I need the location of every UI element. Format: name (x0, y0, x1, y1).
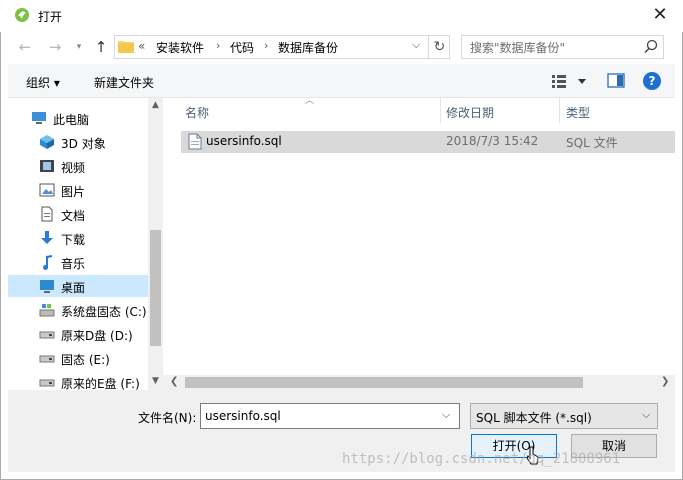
refresh-icon[interactable]: ↻ (428, 36, 450, 58)
scroll-up-icon[interactable]: ▲ (148, 100, 163, 110)
view-options-icon[interactable] (552, 73, 588, 89)
sidebar-item[interactable]: 图片 (8, 179, 148, 201)
sidebar-item-label: 下载 (61, 233, 86, 247)
breadcrumb-item[interactable]: 代码 (230, 39, 254, 56)
3d-objects-icon (40, 135, 54, 149)
close-button[interactable]: ✕ (648, 4, 672, 28)
horizontal-scrollbar-thumb[interactable] (185, 377, 583, 388)
filename-label: 文件名(N): (138, 411, 197, 425)
search-icon[interactable] (643, 39, 659, 55)
pictures-icon (39, 183, 55, 197)
back-arrow-icon[interactable]: ← (14, 37, 36, 57)
breadcrumb-separator-icon[interactable]: › (264, 39, 268, 52)
download-icon (41, 231, 53, 244)
folder-icon (118, 41, 134, 53)
scroll-right-icon[interactable]: ❯ (661, 376, 669, 387)
title-bar (0, 0, 683, 32)
sidebar-item-label: 桌面 (61, 281, 86, 295)
scroll-left-icon[interactable]: ❮ (170, 376, 178, 387)
nav-scrollbar-thumb[interactable] (150, 230, 161, 346)
preview-pane-icon[interactable] (607, 73, 625, 89)
sidebar-item[interactable]: 此电脑 (0, 107, 140, 129)
sidebar-item-label: 文档 (61, 209, 86, 223)
documents-icon (41, 206, 53, 222)
sidebar-item[interactable]: 固态 (E:) (8, 347, 148, 369)
sidebar-item[interactable]: 音乐 (8, 251, 148, 273)
sidebar-item[interactable]: 原来D盘 (D:) (8, 323, 148, 345)
sidebar-item[interactable]: 文档 (8, 203, 148, 225)
sidebar-item[interactable]: 下载 (8, 227, 148, 249)
recent-locations-chevron-icon[interactable]: ▾ (68, 37, 90, 57)
sidebar-item-label: 视频 (61, 161, 86, 175)
sidebar-item[interactable]: 视频 (8, 155, 148, 177)
breadcrumb-item[interactable]: 数据库备份 (278, 39, 338, 56)
column-header-type[interactable]: 类型 (566, 104, 590, 121)
desktop-icon (40, 280, 54, 293)
sidebar-item-label: 固态 (E:) (61, 353, 110, 367)
breadcrumb-separator-icon[interactable]: › (216, 39, 220, 52)
organize-button[interactable]: 组织 ▾ (26, 74, 60, 91)
sql-file-icon (188, 133, 202, 150)
app-icon (15, 8, 29, 22)
new-folder-button[interactable]: 新建文件夹 (94, 74, 154, 91)
sidebar-item[interactable]: 3D 对象 (8, 131, 148, 153)
sidebar-item-label: 此电脑 (53, 113, 90, 127)
computer-icon (32, 112, 46, 124)
column-header-name[interactable]: 名称 (185, 104, 209, 121)
filetype-value: SQL 脚本文件 (*.sql) (476, 411, 592, 425)
sidebar-item-label: 系统盘固态 (C:) (61, 305, 147, 319)
file-type: SQL 文件 (566, 136, 618, 150)
column-header-modified[interactable]: 修改日期 (446, 104, 494, 121)
window-title: 打开 (38, 10, 63, 24)
drive-icon (39, 355, 55, 363)
column-divider[interactable] (559, 98, 560, 124)
search-placeholder: 搜索"数据库备份" (470, 41, 566, 55)
sidebar-item[interactable]: 系统盘固态 (C:) (8, 299, 148, 321)
column-divider[interactable] (440, 98, 441, 124)
breadcrumb-item[interactable]: 安装软件 (156, 39, 204, 56)
drive-icon (39, 331, 55, 339)
chevron-down-icon[interactable]: ⌵ (642, 408, 650, 422)
sidebar-item-label: 音乐 (61, 257, 86, 271)
filename-value: usersinfo.sql (205, 409, 281, 423)
help-icon[interactable]: ? (643, 72, 661, 90)
scroll-down-icon[interactable]: ▼ (148, 376, 163, 386)
address-dropdown-icon[interactable]: ⌵ (412, 38, 426, 52)
sort-ascending-icon: ︿ (305, 96, 315, 106)
sidebar-item-label: 3D 对象 (61, 137, 106, 151)
sidebar-item-label: 图片 (61, 185, 86, 199)
watermark-text: https://blog.csdn.net/qq_21808961 (342, 451, 621, 467)
forward-arrow-icon[interactable]: → (44, 37, 66, 57)
chevron-down-icon[interactable]: ⌵ (442, 408, 450, 422)
sidebar-item-label: 原来D盘 (D:) (61, 329, 133, 343)
system-drive-icon (39, 304, 55, 317)
file-name[interactable]: usersinfo.sql (206, 134, 282, 148)
music-icon (43, 255, 52, 270)
file-modified: 2018/7/3 15:42 (446, 134, 539, 148)
drive-icon (39, 379, 55, 387)
up-arrow-icon[interactable]: ↑ (90, 37, 112, 57)
sidebar-item[interactable]: 桌面 (8, 275, 148, 297)
breadcrumb-overflow-icon[interactable]: « (138, 39, 145, 53)
video-icon (40, 160, 54, 172)
